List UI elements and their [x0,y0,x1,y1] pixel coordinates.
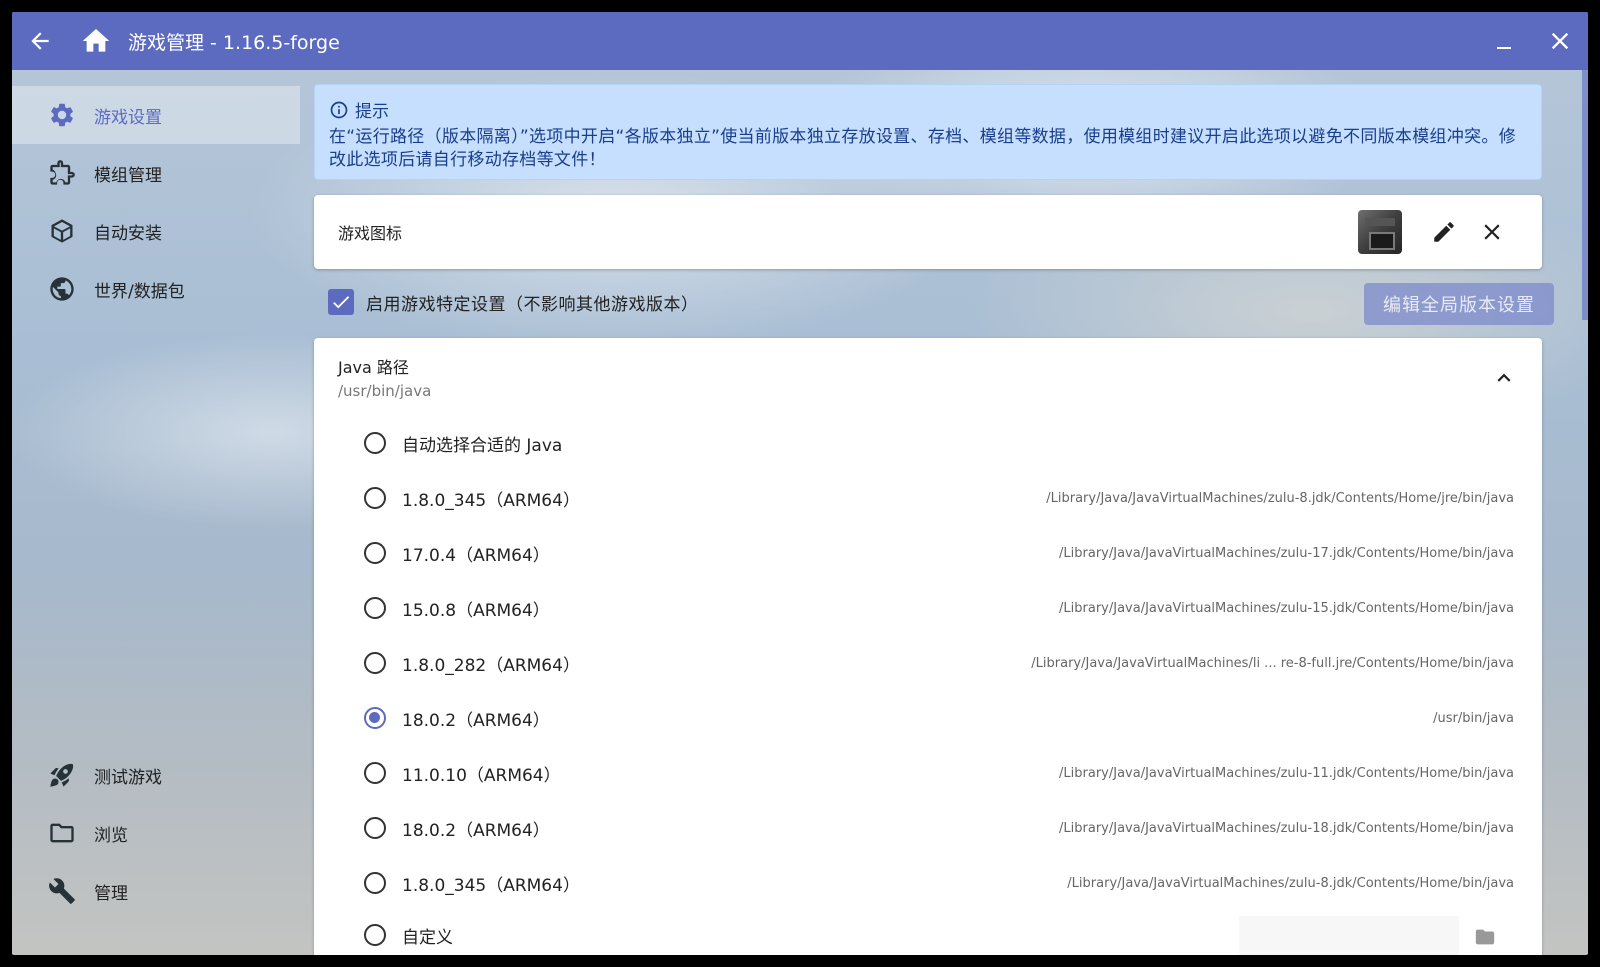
home-icon [82,29,110,52]
wrench-icon [40,876,84,906]
java-option-path: /usr/bin/java [1433,710,1514,726]
java-option[interactable]: 15.0.8（ARM64） /Library/Java/JavaVirtualM… [314,583,1542,633]
close-icon [1551,32,1569,50]
java-option-selected[interactable]: 18.0.2（ARM64） /usr/bin/java [314,693,1542,743]
main-content: 提示 在“运行路径（版本隔离）”选项中开启“各版本独立”使当前版本独立存放设置、… [314,70,1554,955]
puzzle-icon [40,158,84,188]
info-icon [330,101,348,118]
sidebar-item-manage[interactable]: 管理 [12,862,300,920]
java-option[interactable]: 1.8.0_282（ARM64） /Library/Java/JavaVirtu… [314,638,1542,688]
arrow-left-icon [31,32,49,50]
java-option-name: 18.0.2（ARM64） [402,710,550,731]
radio-button[interactable] [364,652,386,674]
close-window-button[interactable] [1532,12,1588,70]
java-option-path: /Library/Java/JavaVirtualMachines/zulu-1… [1059,600,1514,616]
scrollbar[interactable] [1582,70,1588,320]
check-icon [333,296,350,309]
java-option-name: 1.8.0_282（ARM64） [402,655,580,676]
back-button[interactable] [12,12,68,70]
pencil-icon [1434,222,1454,242]
java-option-name: 17.0.4（ARM64） [402,545,550,566]
custom-java-path-input[interactable] [1239,916,1459,955]
java-path-title: Java 路径 [338,358,409,377]
close-icon [1484,224,1500,240]
radio-button[interactable] [364,597,386,619]
title-bar: 游戏管理 - 1.16.5-forge [12,12,1588,70]
radio-button[interactable] [364,924,386,946]
tip-title: 提示 [355,102,389,122]
java-option[interactable]: 11.0.10（ARM64） /Library/Java/JavaVirtual… [314,748,1542,798]
radio-button[interactable] [364,817,386,839]
minimize-button[interactable] [1476,12,1532,70]
folder-icon [40,818,84,848]
java-option-name: 15.0.8（ARM64） [402,600,550,621]
sidebar-item-worlds[interactable]: 世界/数据包 [12,260,300,318]
java-option-name: 自定义 [402,927,453,948]
java-option-path: /Library/Java/JavaVirtualMachines/zulu-1… [1059,545,1514,561]
specific-settings-checkbox[interactable] [328,289,354,315]
sidebar-item-mods[interactable]: 模组管理 [12,144,300,202]
java-option-path: /Library/Java/JavaVirtualMachines/zulu-1… [1059,820,1514,836]
specific-settings-label: 启用游戏特定设置（不影响其他游戏版本） [366,294,699,315]
java-option-name: 1.8.0_345（ARM64） [402,490,580,511]
edit-global-settings-button[interactable]: 编辑全局版本设置 [1364,283,1554,325]
sidebar-item-label: 管理 [94,883,128,904]
package-icon [40,216,84,246]
collapse-button[interactable] [1484,358,1524,398]
furnace-block-icon [1358,210,1402,254]
java-option-path: /Library/Java/JavaVirtualMachines/zulu-1… [1059,765,1514,781]
sidebar: 游戏设置 模组管理 自动安装 世界/数据包 测试游戏 浏览 管理 [12,70,312,955]
clear-icon-button[interactable] [1468,208,1516,256]
sidebar-item-game-settings[interactable]: 游戏设置 [12,86,300,144]
radio-button-selected[interactable] [364,707,386,729]
sidebar-item-label: 世界/数据包 [94,281,185,302]
sidebar-item-label: 自动安装 [94,223,162,244]
sidebar-item-auto-install[interactable]: 自动安装 [12,202,300,260]
java-option[interactable]: 18.0.2（ARM64） /Library/Java/JavaVirtualM… [314,803,1542,853]
sidebar-item-test-game[interactable]: 测试游戏 [12,746,300,804]
java-option-name: 1.8.0_345（ARM64） [402,875,580,896]
java-option[interactable]: 17.0.4（ARM64） /Library/Java/JavaVirtualM… [314,528,1542,578]
window-title: 游戏管理 - 1.16.5-forge [128,31,340,54]
radio-button[interactable] [364,432,386,454]
sidebar-item-label: 模组管理 [94,165,162,186]
sidebar-item-label: 游戏设置 [94,107,162,128]
rocket-icon [40,760,84,790]
radio-button[interactable] [364,542,386,564]
tip-body: 在“运行路径（版本隔离）”选项中开启“各版本独立”使当前版本独立存放设置、存档、… [329,127,1517,170]
tip-banner: 提示 在“运行路径（版本隔离）”选项中开启“各版本独立”使当前版本独立存放设置、… [314,84,1542,180]
app-window: 游戏管理 - 1.16.5-forge 游戏设置 模组管理 自动安装 世界/数据… [12,12,1588,955]
java-option[interactable]: 1.8.0_345（ARM64） /Library/Java/JavaVirtu… [314,858,1542,908]
folder-icon [1475,929,1495,945]
enable-specific-settings: 启用游戏特定设置（不影响其他游戏版本） [328,289,699,315]
java-option-path: /Library/Java/JavaVirtualMachines/zulu-8… [1046,490,1514,506]
radio-button[interactable] [364,872,386,894]
gear-icon [40,100,84,130]
radio-button[interactable] [364,487,386,509]
chevron-up-icon [1497,373,1511,382]
java-path-card: Java 路径 /usr/bin/java 自动选择合适的 Java 1.8.0… [314,338,1542,955]
java-option-auto[interactable]: 自动选择合适的 Java [314,418,1542,468]
java-option-path: /Library/Java/JavaVirtualMachines/li ...… [1031,655,1514,671]
java-option[interactable]: 1.8.0_345（ARM64） /Library/Java/JavaVirtu… [314,473,1542,523]
java-option-name: 自动选择合适的 Java [402,435,563,456]
minimize-icon [1497,47,1511,49]
java-option-path: /Library/Java/JavaVirtualMachines/zulu-8… [1067,875,1514,891]
browse-java-button[interactable] [1474,926,1496,952]
game-icon-label: 游戏图标 [338,224,403,243]
radio-button[interactable] [364,762,386,784]
sidebar-item-label: 浏览 [94,825,128,846]
java-path-header[interactable]: Java 路径 /usr/bin/java [338,354,431,400]
home-button[interactable] [68,12,124,70]
java-option-name: 18.0.2（ARM64） [402,820,550,841]
sidebar-item-browse[interactable]: 浏览 [12,804,300,862]
globe-icon [40,274,84,304]
game-icon-card: 游戏图标 [314,195,1542,269]
java-path-current: /usr/bin/java [338,382,432,400]
sidebar-item-label: 测试游戏 [94,767,162,788]
java-option-name: 11.0.10（ARM64） [402,765,561,786]
edit-icon-button[interactable] [1420,208,1468,256]
